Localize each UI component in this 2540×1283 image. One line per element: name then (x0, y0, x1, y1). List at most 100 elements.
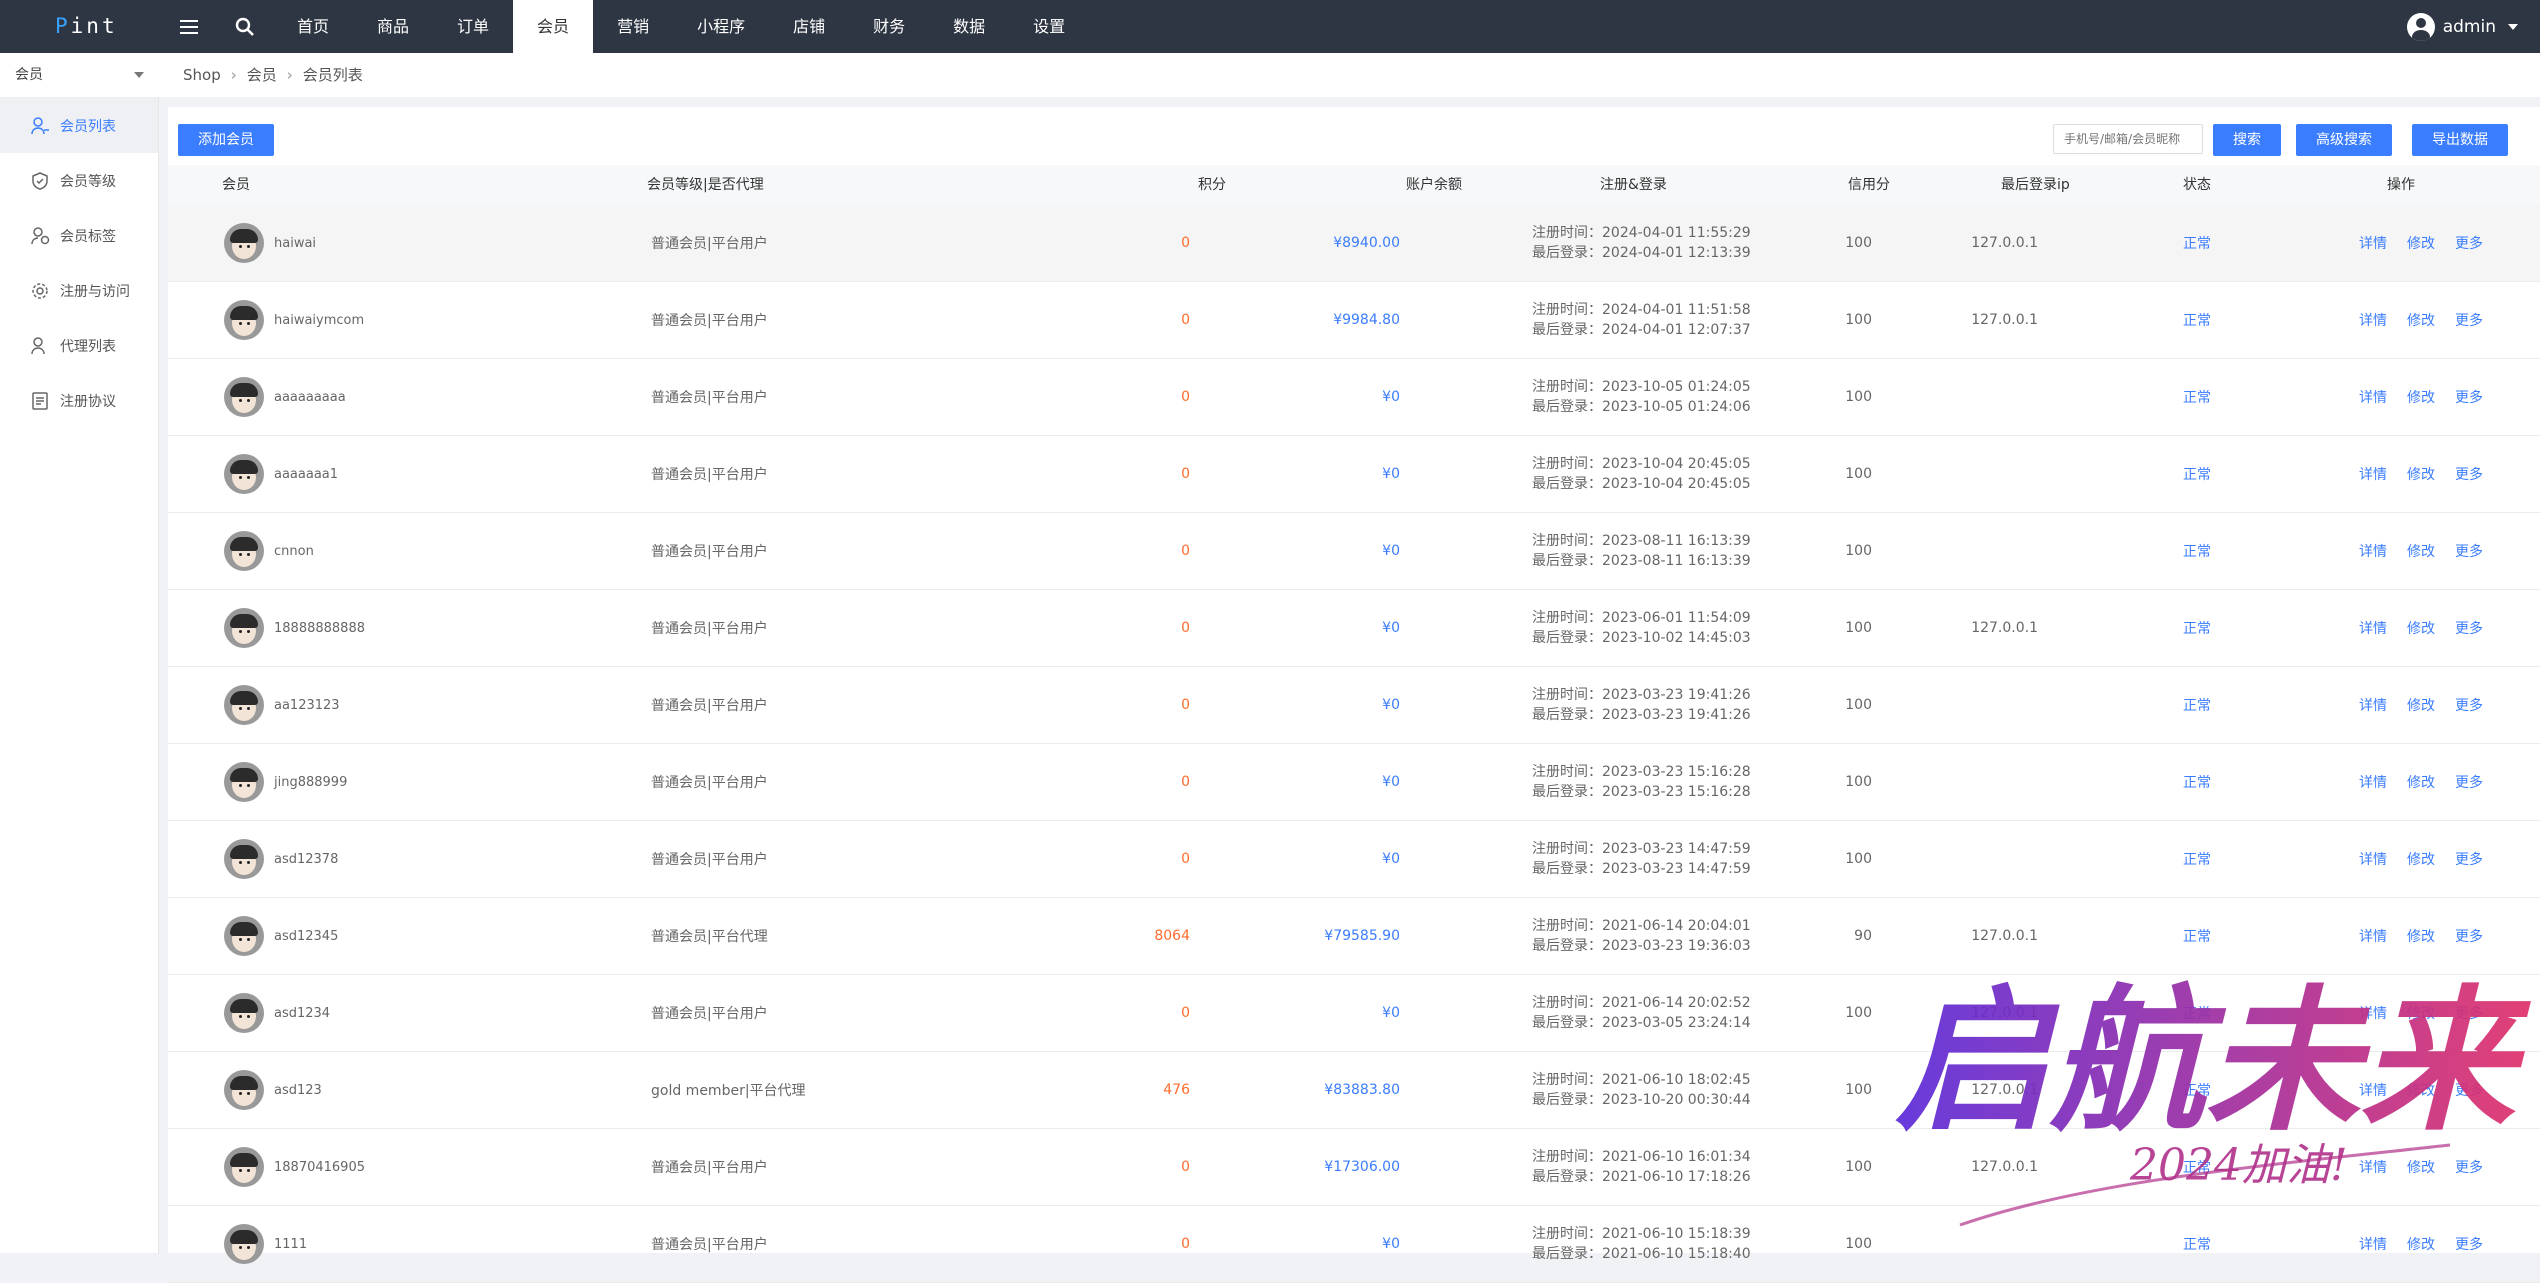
member-name: asd12378 (274, 851, 339, 867)
detail-link[interactable]: 详情 (2359, 772, 2387, 792)
more-link[interactable]: 更多 (2455, 1234, 2483, 1254)
more-link[interactable]: 更多 (2455, 387, 2483, 407)
member-avatar[interactable] (224, 762, 264, 802)
detail-link[interactable]: 详情 (2359, 233, 2387, 253)
detail-link[interactable]: 详情 (2359, 541, 2387, 561)
member-avatar[interactable] (224, 1147, 264, 1187)
row-actions: 详情 修改 更多 (2359, 282, 2503, 358)
edit-link[interactable]: 修改 (2407, 233, 2435, 253)
member-avatar[interactable] (224, 993, 264, 1033)
member-avatar[interactable] (224, 223, 264, 263)
breadcrumb-shop[interactable]: Shop (183, 66, 221, 84)
more-link[interactable]: 更多 (2455, 464, 2483, 484)
add-member-button[interactable]: 添加会员 (178, 124, 274, 156)
detail-link[interactable]: 详情 (2359, 849, 2387, 869)
member-avatar[interactable] (224, 377, 264, 417)
more-link[interactable]: 更多 (2455, 1080, 2483, 1100)
edit-link[interactable]: 修改 (2407, 387, 2435, 407)
nav-orders[interactable]: 订单 (433, 0, 513, 53)
edit-link[interactable]: 修改 (2407, 1080, 2435, 1100)
member-cell: asd123 (224, 1052, 322, 1128)
breadcrumb-members[interactable]: 会员 (247, 66, 277, 84)
search-button[interactable]: 搜索 (2213, 124, 2281, 156)
account-balance: ¥0 (1382, 1005, 1400, 1021)
member-avatar[interactable] (224, 1070, 264, 1110)
nav-members[interactable]: 会员 (513, 0, 594, 53)
more-link[interactable]: 更多 (2455, 310, 2483, 330)
edit-link[interactable]: 修改 (2407, 695, 2435, 715)
more-link[interactable]: 更多 (2455, 772, 2483, 792)
member-cell: aa123123 (224, 667, 340, 743)
sidebar-header[interactable]: 会员 (0, 53, 158, 98)
edit-link[interactable]: 修改 (2407, 1003, 2435, 1023)
search-icon[interactable] (234, 16, 256, 38)
detail-link[interactable]: 详情 (2359, 1157, 2387, 1177)
member-points: 476 (1163, 1082, 1190, 1098)
member-avatar[interactable] (224, 300, 264, 340)
breadcrumb-current: 会员列表 (302, 66, 363, 84)
nav-products[interactable]: 商品 (353, 0, 433, 53)
edit-link[interactable]: 修改 (2407, 849, 2435, 869)
detail-link[interactable]: 详情 (2359, 387, 2387, 407)
export-data-button[interactable]: 导出数据 (2412, 124, 2508, 156)
nav-marketing[interactable]: 营销 (593, 0, 673, 53)
sidebar-item-member-list[interactable]: 会员列表 (0, 98, 158, 153)
column-header-credit: 信用分 (1848, 177, 1890, 193)
member-avatar[interactable] (224, 839, 264, 879)
member-avatar[interactable] (224, 1224, 264, 1264)
more-link[interactable]: 更多 (2455, 926, 2483, 946)
sidebar-item-agent-list[interactable]: 代理列表 (0, 318, 158, 373)
more-link[interactable]: 更多 (2455, 233, 2483, 253)
member-list-panel: 添加会员 搜索 高级搜索 导出数据 会员 会员等级|是否代理 积分 账户余额 注… (168, 107, 2540, 1283)
more-link[interactable]: 更多 (2455, 1157, 2483, 1177)
edit-link[interactable]: 修改 (2407, 772, 2435, 792)
detail-link[interactable]: 详情 (2359, 464, 2387, 484)
member-points: 0 (1181, 1005, 1190, 1021)
search-input[interactable] (2053, 124, 2203, 154)
sidebar-item-member-level[interactable]: 会员等级 (0, 153, 158, 208)
nav-settings[interactable]: 设置 (1009, 0, 1089, 53)
advanced-search-button[interactable]: 高级搜索 (2296, 124, 2392, 156)
edit-link[interactable]: 修改 (2407, 1234, 2435, 1254)
nav-finance[interactable]: 财务 (849, 0, 929, 53)
detail-link[interactable]: 详情 (2359, 1080, 2387, 1100)
hamburger-menu-icon[interactable] (178, 16, 200, 38)
credit-score: 100 (1845, 774, 1872, 790)
detail-link[interactable]: 详情 (2359, 1003, 2387, 1023)
edit-link[interactable]: 修改 (2407, 310, 2435, 330)
more-link[interactable]: 更多 (2455, 541, 2483, 561)
edit-link[interactable]: 修改 (2407, 541, 2435, 561)
detail-link[interactable]: 详情 (2359, 310, 2387, 330)
user-menu[interactable]: admin (2406, 0, 2518, 53)
detail-link[interactable]: 详情 (2359, 618, 2387, 638)
register-time: 注册时间：2023-03-23 14:47:59 (1532, 841, 1751, 857)
table-row: 1111 普通会员|平台用户 0 ¥0 注册时间：2021-06-10 15:18:39… (168, 1206, 2540, 1283)
logo-text: int (70, 14, 118, 38)
detail-link[interactable]: 详情 (2359, 1234, 2387, 1254)
more-link[interactable]: 更多 (2455, 695, 2483, 715)
member-avatar[interactable] (224, 454, 264, 494)
member-avatar[interactable] (224, 531, 264, 571)
app-logo[interactable]: Pint (55, 12, 115, 40)
member-table-body: haiwai 普通会员|平台用户 0 ¥8940.00 注册时间：2024-04-01 … (168, 205, 2540, 1283)
sidebar-item-member-tags[interactable]: 会员标签 (0, 208, 158, 263)
edit-link[interactable]: 修改 (2407, 926, 2435, 946)
edit-link[interactable]: 修改 (2407, 618, 2435, 638)
more-link[interactable]: 更多 (2455, 849, 2483, 869)
member-avatar[interactable] (224, 685, 264, 725)
more-link[interactable]: 更多 (2455, 618, 2483, 638)
nav-store[interactable]: 店铺 (769, 0, 849, 53)
edit-link[interactable]: 修改 (2407, 464, 2435, 484)
nav-home[interactable]: 首页 (273, 0, 353, 53)
member-level: 普通会员|平台用户 (651, 775, 768, 791)
sidebar-item-registration[interactable]: 注册与访问 (0, 263, 158, 318)
detail-link[interactable]: 详情 (2359, 926, 2387, 946)
detail-link[interactable]: 详情 (2359, 695, 2387, 715)
member-avatar[interactable] (224, 608, 264, 648)
more-link[interactable]: 更多 (2455, 1003, 2483, 1023)
nav-miniprogram[interactable]: 小程序 (673, 0, 769, 53)
nav-data[interactable]: 数据 (929, 0, 1009, 53)
edit-link[interactable]: 修改 (2407, 1157, 2435, 1177)
member-avatar[interactable] (224, 916, 264, 956)
sidebar-item-agreement[interactable]: 注册协议 (0, 373, 158, 428)
